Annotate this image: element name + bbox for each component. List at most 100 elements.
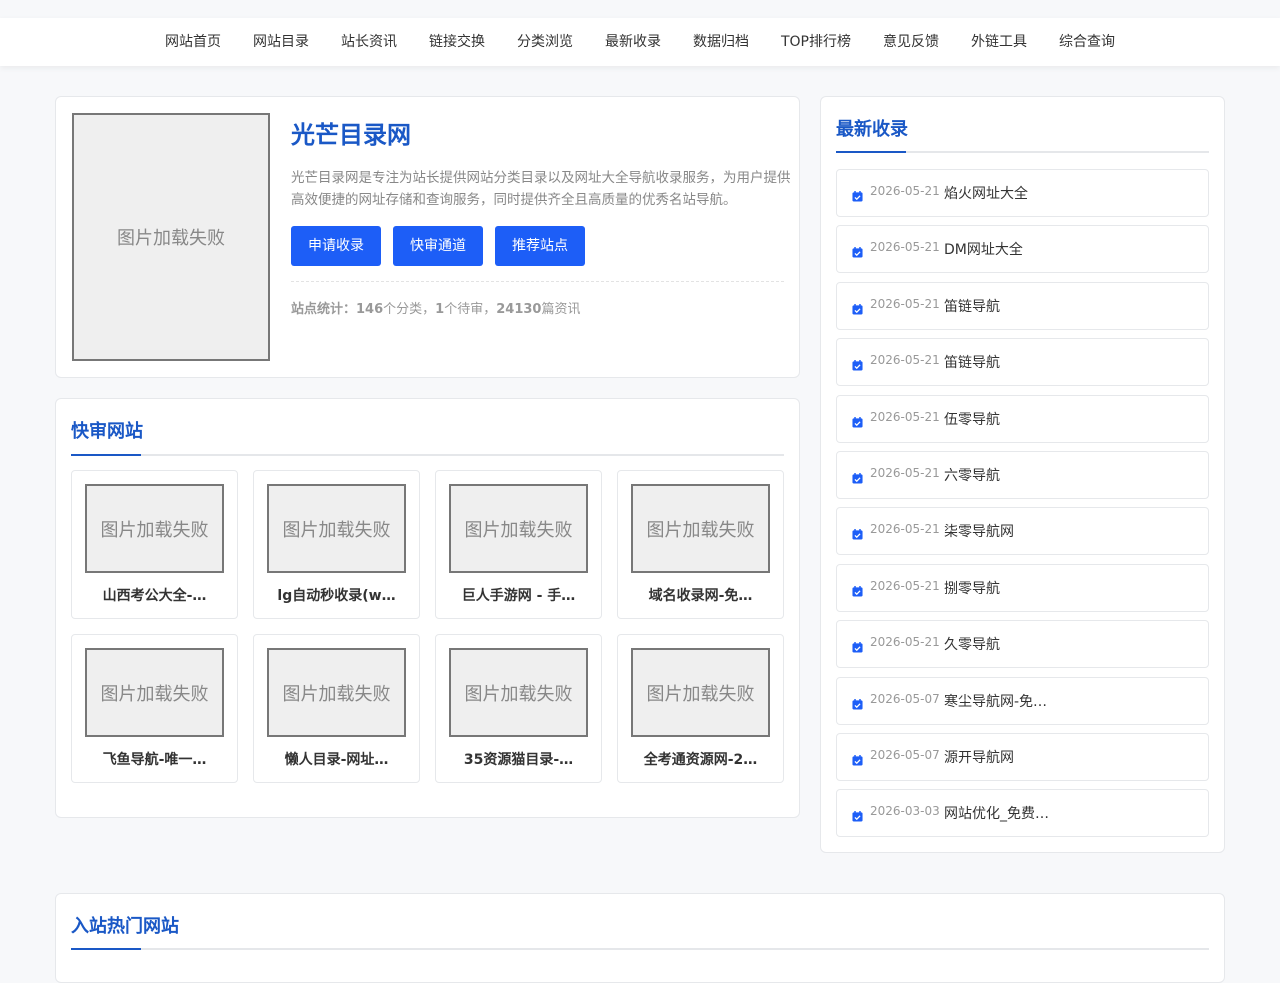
site-name[interactable]: 域名收录网-免…	[618, 585, 783, 605]
site-name[interactable]: 35资源猫目录-…	[436, 749, 601, 769]
nav-item-latest[interactable]: 最新收录	[589, 18, 677, 66]
item-date: 2026-03-03	[870, 804, 940, 819]
latest-list-item[interactable]: 2026-05-21 笛链导航	[836, 281, 1209, 330]
item-title[interactable]: 寒尘导航网-免…	[944, 691, 1047, 711]
nav-item-news[interactable]: 站长资讯	[325, 18, 413, 66]
latest-list-item[interactable]: 2026-05-21 焰火网址大全	[836, 169, 1209, 217]
section-divider	[71, 454, 784, 456]
apply-submit-button[interactable]: 申请收录	[291, 226, 381, 266]
item-title[interactable]: 伍零导航	[944, 409, 1000, 429]
fast-site-card[interactable]: 图片加载失败 域名收录网-免…	[617, 470, 784, 619]
stats-articles: 24130	[496, 302, 542, 317]
item-date: 2026-05-21	[870, 184, 940, 198]
latest-list-item[interactable]: 2026-05-21 DM网址大全	[836, 225, 1209, 274]
nav-item-link-tools[interactable]: 外链工具	[955, 18, 1043, 66]
item-title[interactable]: 焰火网址大全	[944, 183, 1028, 203]
stats-pending-unit: 个待审，	[444, 302, 497, 317]
nav-item-link-exchange[interactable]: 链接交换	[413, 18, 501, 66]
latest-list-item[interactable]: 2026-05-21 六零导航	[836, 451, 1209, 499]
fast-site-card[interactable]: 图片加载失败 巨人手游网 - 手…	[435, 470, 602, 619]
latest-list-item[interactable]: 2026-05-07 寒尘导航网-免…	[836, 676, 1209, 725]
site-name[interactable]: lg自动秒收录(w…	[254, 585, 419, 605]
item-date: 2026-05-21	[870, 578, 940, 593]
item-title[interactable]: 笛链导航	[944, 296, 1000, 316]
item-title[interactable]: 柒零导航网	[944, 521, 1014, 541]
top-nav: 网站首页 网站目录 站长资讯 链接交换 分类浏览 最新收录 数据归档 TOP排行…	[0, 18, 1280, 66]
nav-item-query[interactable]: 综合查询	[1043, 18, 1131, 66]
calendar-check-icon	[852, 187, 863, 202]
calendar-check-icon	[852, 807, 863, 822]
fast-review-section: 快审网站 图片加载失败 山西考公大全-… 图片加载失败 lg自动秒收录(w… 图…	[55, 398, 800, 818]
site-thumbnail: 图片加载失败	[267, 484, 406, 573]
fast-review-button[interactable]: 快审通道	[393, 226, 483, 266]
latest-list-item[interactable]: 2026-05-21 久零导航	[836, 620, 1209, 669]
item-date: 2026-05-21	[870, 635, 940, 650]
section-title: 入站热门网站	[71, 916, 179, 937]
item-title[interactable]: 源开导航网	[944, 747, 1014, 767]
latest-section: 最新收录 2026-05-21 焰火网址大全 2026-05-21 DM网址大全 202…	[820, 96, 1225, 853]
latest-list-item[interactable]: 2026-03-03 网站优化_免费…	[836, 789, 1209, 838]
stats-categories: 146	[356, 302, 384, 317]
item-date: 2026-05-21	[870, 466, 940, 480]
calendar-check-icon	[852, 582, 863, 597]
nav-item-archive[interactable]: 数据归档	[677, 18, 765, 66]
nav-item-categories[interactable]: 分类浏览	[501, 18, 589, 66]
divider	[291, 281, 784, 282]
latest-list-item[interactable]: 2026-05-21 笛链导航	[836, 338, 1209, 387]
section-divider	[71, 948, 1209, 950]
site-name[interactable]: 全考通资源网-2…	[618, 749, 783, 769]
latest-list-item[interactable]: 2026-05-21 柒零导航网	[836, 507, 1209, 556]
item-title[interactable]: 六零导航	[944, 465, 1000, 485]
item-title[interactable]: 久零导航	[944, 634, 1000, 654]
nav-item-home[interactable]: 网站首页	[149, 18, 237, 66]
calendar-check-icon	[852, 469, 863, 484]
latest-list-item[interactable]: 2026-05-07 源开导航网	[836, 733, 1209, 781]
item-date: 2026-05-21	[870, 409, 940, 424]
item-date: 2026-05-07	[870, 691, 940, 706]
calendar-check-icon	[852, 300, 863, 315]
item-date: 2026-05-21	[870, 522, 940, 537]
calendar-check-icon	[852, 243, 863, 258]
stats-label: 站点统计：	[291, 302, 357, 317]
calendar-check-icon	[852, 413, 863, 428]
nav-item-directory[interactable]: 网站目录	[237, 18, 325, 66]
site-thumbnail: 图片加载失败	[449, 648, 588, 737]
item-date: 2026-05-07	[870, 748, 940, 762]
site-thumbnail: 图片加载失败	[631, 648, 770, 737]
latest-list-item[interactable]: 2026-05-21 伍零导航	[836, 394, 1209, 443]
site-name[interactable]: 飞鱼导航-唯一…	[72, 749, 237, 769]
calendar-check-icon	[852, 525, 863, 540]
item-title[interactable]: 笛链导航	[944, 352, 1000, 372]
fast-site-card[interactable]: 图片加载失败 懒人目录-网址…	[253, 634, 420, 783]
site-thumbnail: 图片加载失败	[85, 484, 224, 573]
calendar-check-icon	[852, 695, 863, 710]
site-title: 光芒目录网	[291, 121, 411, 149]
calendar-check-icon	[852, 638, 863, 653]
fast-site-card[interactable]: 图片加载失败 35资源猫目录-…	[435, 634, 602, 783]
item-title[interactable]: 捌零导航	[944, 578, 1000, 598]
fast-site-card[interactable]: 图片加载失败 山西考公大全-…	[71, 470, 238, 619]
item-date: 2026-05-21	[870, 353, 940, 368]
site-name[interactable]: 巨人手游网 - 手…	[436, 585, 601, 605]
section-title: 最新收录	[836, 119, 908, 140]
site-name[interactable]: 山西考公大全-…	[72, 585, 237, 605]
item-title[interactable]: 网站优化_免费…	[944, 803, 1049, 823]
site-logo-image: 图片加载失败	[72, 113, 270, 361]
fast-site-card[interactable]: 图片加载失败 lg自动秒收录(w…	[253, 470, 420, 619]
stats-categories-unit: 个分类，	[383, 302, 436, 317]
site-thumbnail: 图片加载失败	[449, 484, 588, 573]
latest-list-item[interactable]: 2026-05-21 捌零导航	[836, 563, 1209, 612]
item-title[interactable]: DM网址大全	[944, 239, 1023, 259]
nav-item-top-ranking[interactable]: TOP排行榜	[765, 18, 867, 66]
fast-site-card[interactable]: 图片加载失败 飞鱼导航-唯一…	[71, 634, 238, 783]
site-thumbnail: 图片加载失败	[631, 484, 770, 573]
nav-item-feedback[interactable]: 意见反馈	[867, 18, 955, 66]
fast-site-card[interactable]: 图片加载失败 全考通资源网-2…	[617, 634, 784, 783]
stats-articles-unit: 篇资讯	[541, 302, 581, 317]
site-stats: 站点统计：146个分类，1个待审，24130篇资讯	[291, 298, 580, 317]
recommend-site-button[interactable]: 推荐站点	[495, 226, 585, 266]
site-name[interactable]: 懒人目录-网址…	[254, 749, 419, 769]
section-divider	[836, 151, 1209, 153]
site-thumbnail: 图片加载失败	[267, 648, 406, 737]
calendar-check-icon	[852, 356, 863, 371]
